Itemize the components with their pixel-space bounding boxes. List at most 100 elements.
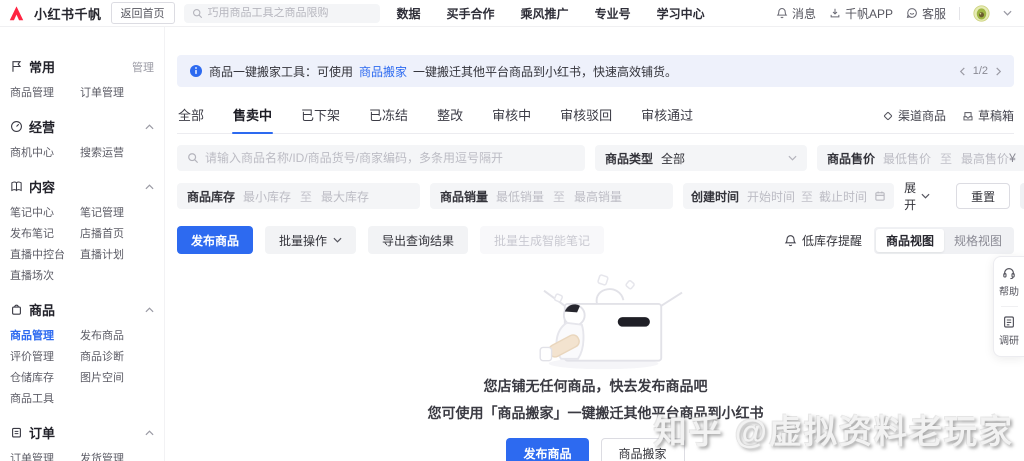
- sidebar-item-shipping-manage[interactable]: 发货管理: [80, 453, 154, 461]
- nav-buyer-coop[interactable]: 买手合作: [447, 5, 495, 22]
- draftbox-button[interactable]: 草稿箱: [962, 107, 1014, 124]
- topbar-search[interactable]: [184, 4, 380, 23]
- sidebar-item-warehouse-stock[interactable]: 仓储库存: [10, 372, 70, 384]
- sidebar-section-content-header[interactable]: 内容: [10, 177, 154, 196]
- sidebar-item-live-console[interactable]: 直播中控台: [10, 249, 70, 261]
- channel-products-button[interactable]: 渠道商品: [882, 107, 946, 124]
- price-max-input[interactable]: 最高售价: [961, 150, 1009, 167]
- tab-rectify[interactable]: 整改: [436, 98, 464, 133]
- chevron-up-icon[interactable]: [145, 124, 154, 130]
- sidebar-item-search-ops[interactable]: 搜索运营: [80, 147, 154, 159]
- sidebar-section-common-header[interactable]: 常用 管理: [10, 57, 154, 76]
- sidebar-section-product-header[interactable]: 商品: [10, 300, 154, 319]
- date-start-input[interactable]: 开始时间: [747, 188, 795, 205]
- low-stock-alert-button[interactable]: 低库存提醒: [784, 232, 862, 249]
- banner-move-link[interactable]: 商品搬家: [359, 63, 407, 80]
- form-icon: [1002, 315, 1016, 329]
- sidebar-section-business-header[interactable]: 经营: [10, 117, 154, 136]
- account-chevron-down-icon[interactable]: [1003, 10, 1012, 16]
- sidebar-item-note-center[interactable]: 笔记中心: [10, 207, 70, 219]
- sales-max-input[interactable]: 最高销量: [574, 188, 622, 205]
- nav-pro-account[interactable]: 专业号: [595, 5, 631, 22]
- sidebar-section-order: 订单 订单管理 发货管理 电子面单 打单发货: [10, 423, 154, 461]
- stock-max-input[interactable]: 最大库存: [321, 188, 369, 205]
- diamond-icon: [882, 110, 894, 122]
- sidebar: 常用 管理 商品管理 订单管理 经营: [0, 27, 165, 461]
- help-button[interactable]: 帮助: [999, 266, 1019, 298]
- tab-rejected[interactable]: 审核驳回: [559, 98, 613, 133]
- create-date-range-box: 创建时间 开始时间 至 截止时间: [683, 183, 894, 209]
- empty-subtitle: 您可使用「商品搬家」一键搬迁其他平台商品到小红书: [428, 403, 764, 423]
- sidebar-item-image-space[interactable]: 图片空间: [80, 372, 154, 384]
- chevron-up-icon[interactable]: [145, 184, 154, 190]
- sidebar-item-note-manage[interactable]: 笔记管理: [80, 207, 154, 219]
- publish-product-button[interactable]: 发布商品: [177, 226, 253, 254]
- date-end-input[interactable]: 截止时间: [819, 188, 867, 205]
- sidebar-section-business: 经营 商机中心 搜索运营: [10, 117, 154, 159]
- tab-frozen[interactable]: 已冻结: [368, 98, 409, 133]
- sidebar-item-product-manage[interactable]: 商品管理: [10, 330, 70, 342]
- manage-link[interactable]: 管理: [132, 59, 154, 75]
- app-download-button[interactable]: 千帆APP: [829, 5, 893, 22]
- sidebar-item-product-diagnosis[interactable]: 商品诊断: [80, 351, 154, 363]
- customer-service-button[interactable]: 客服: [906, 5, 946, 22]
- sidebar-section-order-header[interactable]: 订单: [10, 423, 154, 442]
- sidebar-item-live-sessions[interactable]: 直播场次: [10, 270, 70, 282]
- tab-approved[interactable]: 审核通过: [640, 98, 694, 133]
- back-home-button[interactable]: 返回首页: [111, 2, 175, 24]
- sidebar-item-review-manage[interactable]: 评价管理: [10, 351, 70, 363]
- pager-next-icon[interactable]: [995, 67, 1002, 76]
- sidebar-item-opportunity-center[interactable]: 商机中心: [10, 147, 70, 159]
- logo-icon: [8, 5, 25, 22]
- tab-all[interactable]: 全部: [177, 98, 205, 133]
- product-type-select[interactable]: 商品类型 全部: [595, 145, 807, 171]
- survey-button[interactable]: 调研: [999, 315, 1019, 347]
- sidebar-section-product: 商品 商品管理 发布商品 评价管理 商品诊断 仓储库存 图片空间 商品工具: [10, 300, 154, 405]
- sidebar-item-publish-note[interactable]: 发布笔记: [10, 228, 70, 240]
- nav-learning[interactable]: 学习中心: [657, 5, 705, 22]
- sidebar-item-order-manage-quick[interactable]: 订单管理: [80, 87, 154, 99]
- calendar-icon[interactable]: [874, 190, 886, 202]
- empty-move-button[interactable]: 商品搬家: [601, 438, 685, 461]
- tab-reviewing[interactable]: 审核中: [491, 98, 532, 133]
- keyword-search-box[interactable]: [177, 145, 585, 171]
- nav-promotion[interactable]: 乘风推广: [521, 5, 569, 22]
- nav-data[interactable]: 数据: [397, 5, 421, 22]
- bag-icon: [10, 303, 23, 316]
- gauge-icon: [10, 120, 23, 133]
- empty-title: 您店铺无任何商品，快去发布商品吧: [484, 376, 708, 396]
- search-button[interactable]: 搜索: [1020, 183, 1024, 209]
- sales-min-input[interactable]: 最低销量: [496, 188, 544, 205]
- keyword-input[interactable]: [205, 151, 575, 165]
- messages-button[interactable]: 消息: [776, 5, 816, 22]
- sidebar-item-live-plan[interactable]: 直播计划: [80, 249, 154, 261]
- bell-icon: [776, 7, 788, 19]
- sidebar-item-store-live-home[interactable]: 店播首页: [80, 228, 154, 240]
- topbar-search-input[interactable]: [208, 7, 372, 19]
- sidebar-item-product-tools[interactable]: 商品工具: [10, 393, 70, 405]
- reset-button[interactable]: 重置: [956, 183, 1010, 209]
- currency-symbol: ¥: [1009, 151, 1016, 165]
- price-min-input[interactable]: 最低售价: [883, 150, 931, 167]
- batch-actions-button[interactable]: 批量操作: [265, 226, 356, 254]
- avatar[interactable]: [973, 5, 990, 22]
- sidebar-item-product-manage-quick[interactable]: 商品管理: [10, 87, 70, 99]
- tab-delisted[interactable]: 已下架: [300, 98, 341, 133]
- spec-view-option[interactable]: 规格视图: [944, 229, 1012, 252]
- sidebar-item-order-manage[interactable]: 订单管理: [10, 453, 70, 461]
- expand-filters-button[interactable]: 展开: [904, 179, 930, 213]
- tab-selling[interactable]: 售卖中: [232, 98, 273, 133]
- empty-publish-button[interactable]: 发布商品: [506, 438, 588, 461]
- book-icon: [10, 180, 23, 193]
- chevron-up-icon[interactable]: [145, 307, 154, 313]
- product-view-option[interactable]: 商品视图: [876, 229, 944, 252]
- export-results-button[interactable]: 导出查询结果: [368, 226, 468, 254]
- floating-panel: 帮助 调研: [993, 256, 1024, 357]
- pager-prev-icon[interactable]: [959, 67, 966, 76]
- batch-smart-note-button: 批量生成智能笔记: [480, 226, 604, 254]
- chevron-up-icon[interactable]: [145, 430, 154, 436]
- sidebar-item-publish-product[interactable]: 发布商品: [80, 330, 154, 342]
- sales-range-box: 商品销量 最低销量 至 最高销量: [430, 183, 673, 209]
- divider: [1001, 306, 1018, 307]
- stock-min-input[interactable]: 最小库存: [243, 188, 291, 205]
